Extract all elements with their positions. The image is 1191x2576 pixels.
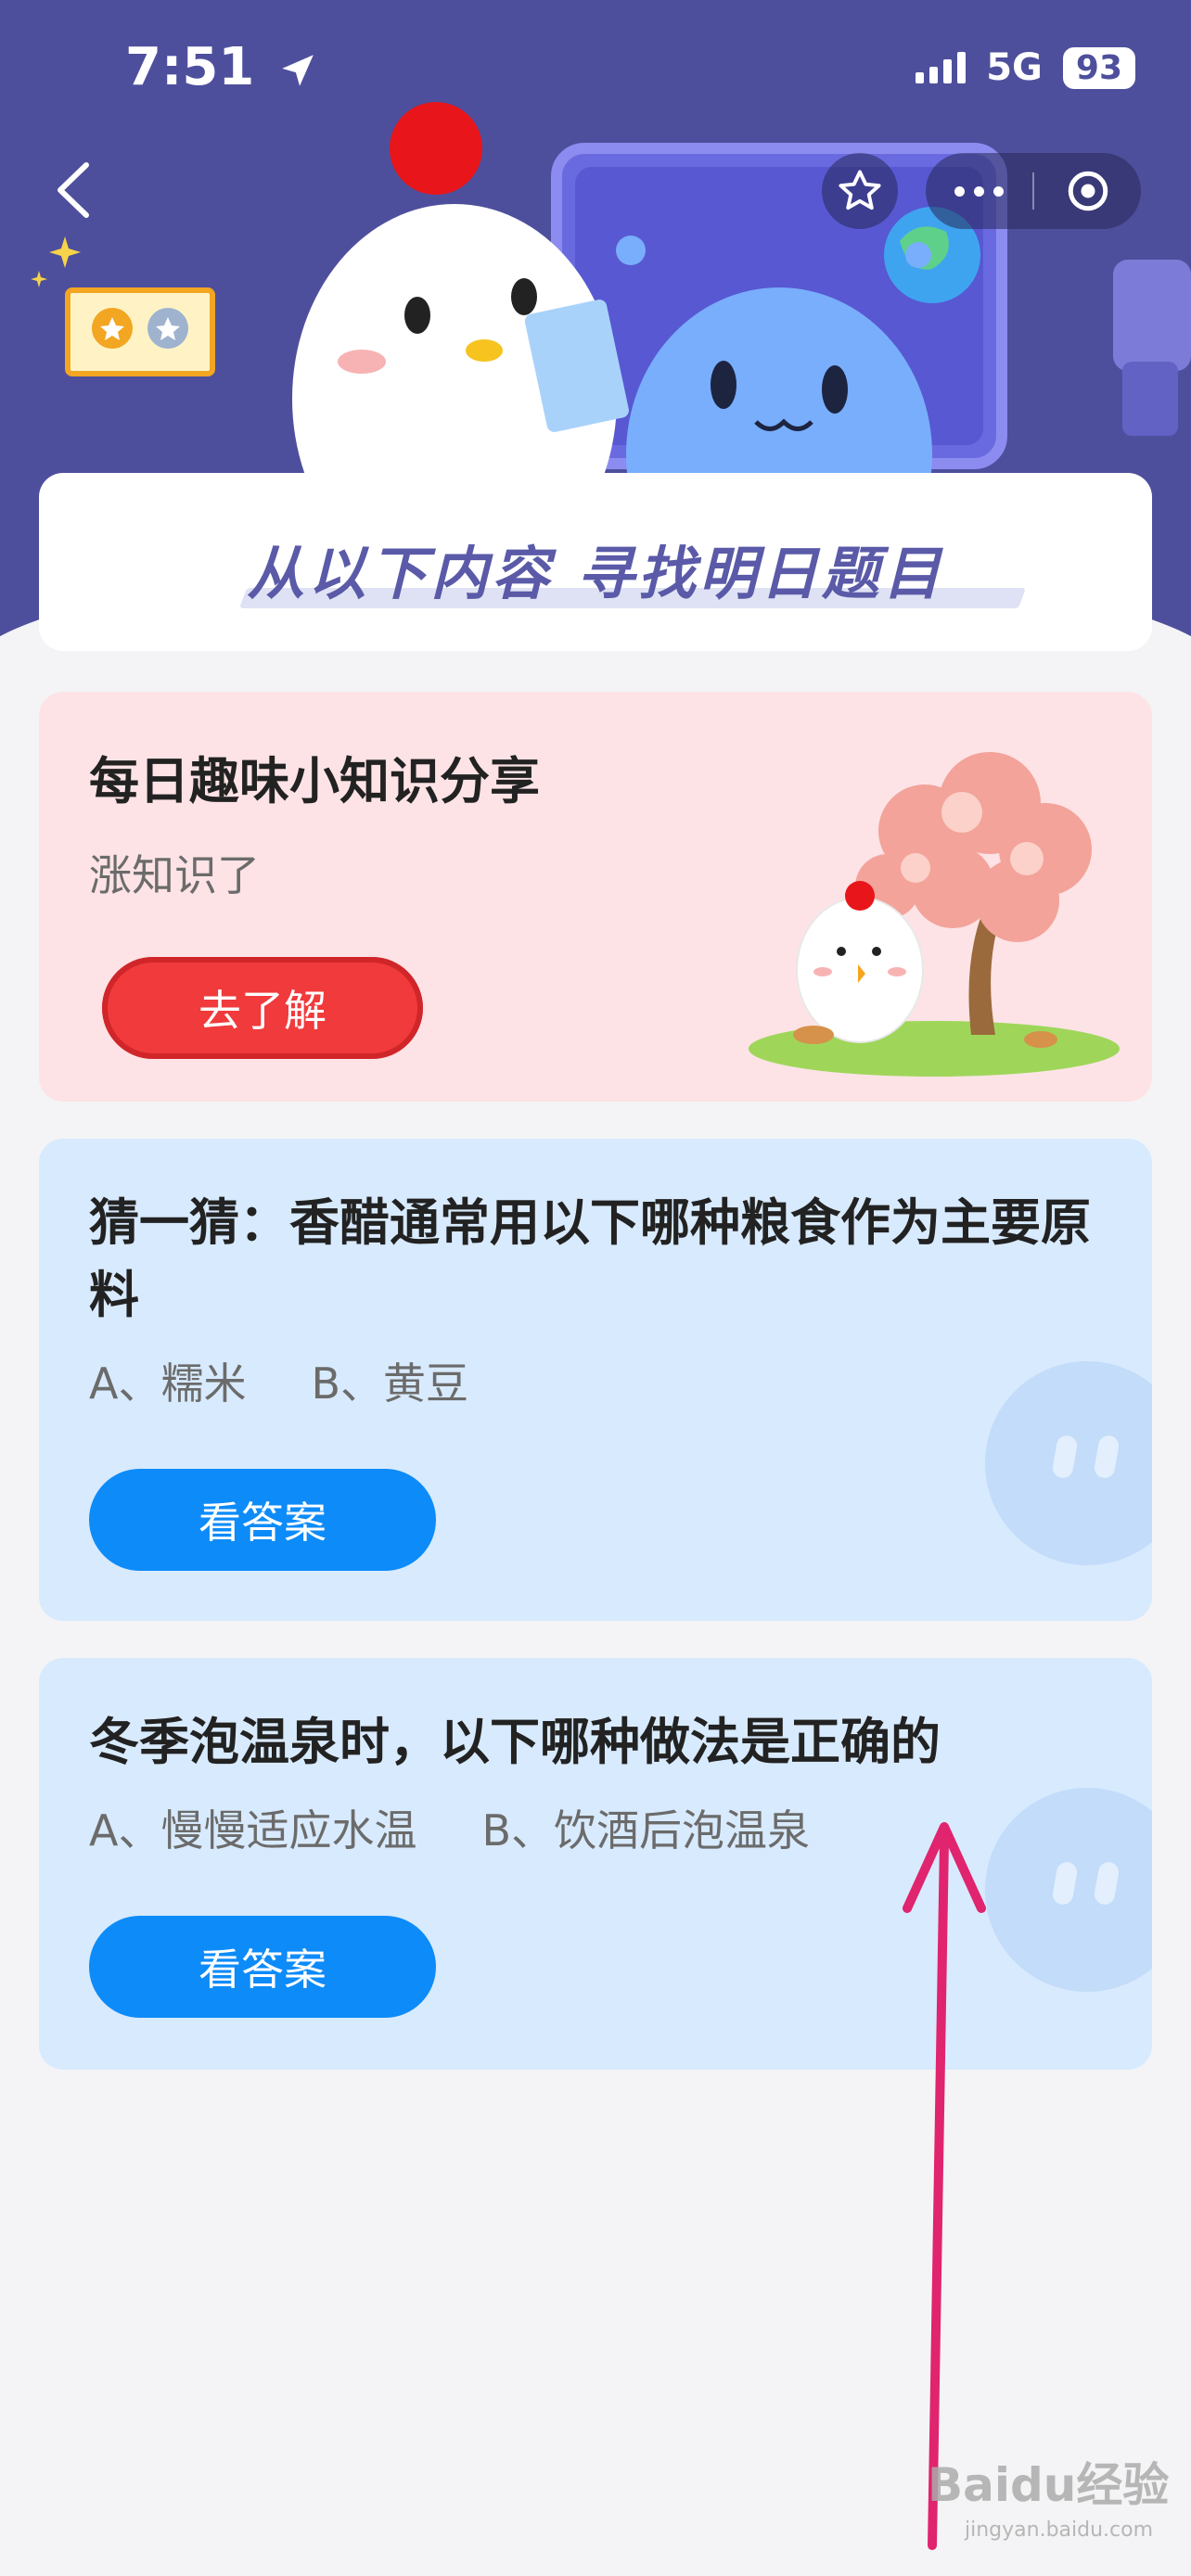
learn-more-button[interactable]: 去了解 [102,957,423,1059]
view-answer-button[interactable]: 看答案 [89,1916,436,2018]
hint-banner: 从以下内容 寻找明日题目 [39,473,1152,651]
watermark-logo: Baidu经验 [928,2458,1170,2512]
medal-icon [92,308,188,349]
chevron-left-icon [58,162,89,218]
option-a: A、慢慢适应水温 [89,1805,417,1855]
battery-icon: 93 [1062,46,1135,89]
quiz-question: 猜一猜：香醋通常用以下哪种粮食作为主要原料 [89,1193,1091,1324]
fun-fact-card[interactable]: 每日趣味小知识分享 涨知识了 去了解 [39,692,1152,1102]
quiz-card: 冬季泡温泉时，以下哪种做法是正确的 A、慢慢适应水温 B、饮酒后泡温泉 看答案 [39,1658,1152,2070]
medal-board[interactable] [65,287,215,376]
chat-bubble-icon [985,1361,1152,1565]
option-b: B、饮酒后泡温泉 [481,1805,811,1855]
quiz-options: A、糯米 B、黄豆 [89,1350,468,1411]
baidu-watermark: Baidu经验 jingyan.baidu.com [928,2448,1169,2542]
chicken-tree-illustration [749,752,1120,1077]
target-icon [1068,171,1108,211]
chat-bubble-icon [985,1788,1152,1992]
network-label: 5G [986,46,1043,89]
card-subtitle: 涨知识了 [89,850,260,900]
status-bar-right: 5G 93 [916,46,1135,89]
more-button[interactable] [926,185,1032,197]
watermark-url: jingyan.baidu.com [965,2519,1154,2542]
quiz-card: 猜一猜：香醋通常用以下哪种粮食作为主要原料 A、糯米 B、黄豆 看答案 [39,1139,1152,1621]
view-answer-button[interactable]: 看答案 [89,1469,436,1571]
quiz-options: A、慢慢适应水温 B、饮酒后泡温泉 [89,1797,810,1858]
option-a: A、糯米 [89,1358,247,1409]
back-button[interactable] [51,158,97,223]
option-b: B、黄豆 [311,1358,469,1409]
quiz-question: 冬季泡温泉时，以下哪种做法是正确的 [89,1713,941,1771]
close-button[interactable] [1034,168,1141,214]
status-time: 7:51 [125,37,317,97]
star-icon [839,170,881,210]
mini-program-capsule [926,153,1141,229]
card-title: 每日趣味小知识分享 [89,752,540,810]
banner-title: 从以下内容 寻找明日题目 [247,540,944,607]
favorite-button[interactable] [822,153,898,229]
mascot-illustration [292,102,1191,482]
signal-icon [916,52,967,83]
location-arrow-icon [281,55,314,86]
